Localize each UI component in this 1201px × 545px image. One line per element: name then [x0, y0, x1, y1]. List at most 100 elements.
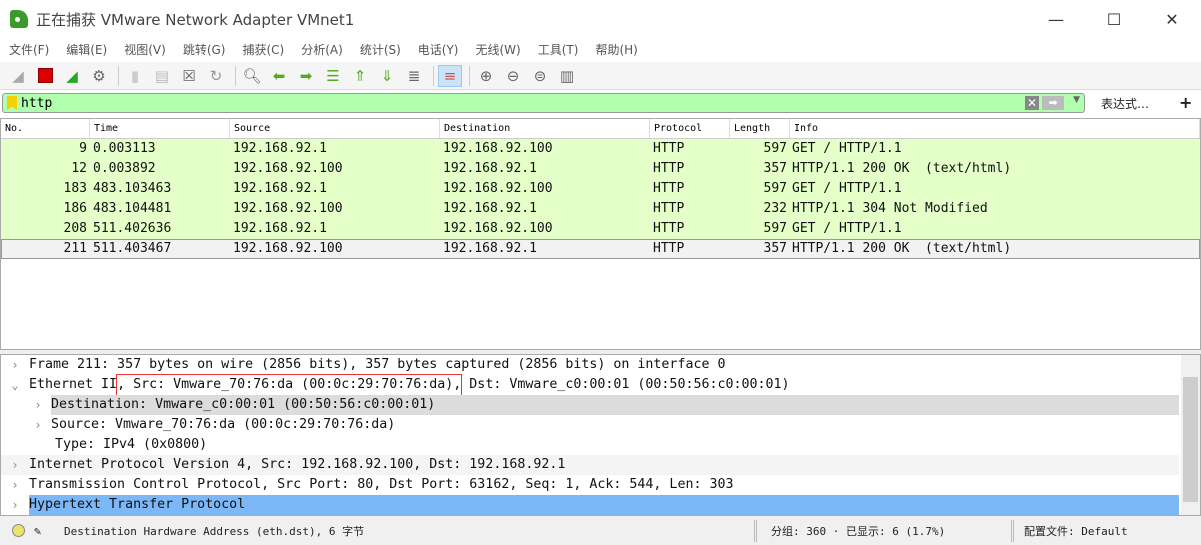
expert-info-icon[interactable] — [12, 524, 25, 537]
menu-item[interactable]: 编辑(E) — [57, 40, 115, 60]
menu-item[interactable]: 视图(V) — [115, 40, 174, 60]
table-cell: HTTP — [653, 241, 685, 256]
chevron-right-icon[interactable]: › — [25, 415, 51, 435]
chevron-right-icon[interactable]: › — [1, 455, 29, 475]
table-cell: 597 — [763, 181, 787, 196]
table-cell: 192.168.92.1 — [443, 161, 537, 176]
status-packet-count: 分组: 360 · 已显示: 6 (1.7%) — [771, 524, 946, 538]
menu-bar: 文件(F) 编辑(E) 视图(V) 跳转(G) 捕获(C) 分析(A) 统计(S) 电话(Y)… — [0, 40, 646, 60]
table-cell: 511.403467 — [93, 241, 172, 256]
table-cell: 192.168.92.100 — [233, 241, 343, 256]
table-cell: 192.168.92.100 — [443, 181, 553, 196]
maximize-button[interactable]: ☐ — [1085, 0, 1143, 38]
chevron-right-icon[interactable]: › — [1, 495, 29, 515]
column-header[interactable]: Source — [230, 119, 440, 138]
menu-item[interactable]: 统计(S) — [351, 40, 409, 60]
open-icon[interactable]: ▮ — [123, 65, 147, 87]
tree-item-label: Source: Vmware_70:76:da (00:0c:29:70:76:… — [51, 417, 396, 432]
minimize-button[interactable]: — — [1027, 0, 1085, 38]
tree-item-tcp[interactable]: › Transmission Control Protocol, Src Port… — [1, 475, 1179, 495]
zoom-reset-icon[interactable]: ⊜ — [528, 65, 552, 87]
chevron-down-icon[interactable]: ▼ — [1073, 95, 1080, 105]
packet-list: No. Time Source Destination Protocol Length In… — [0, 118, 1201, 350]
table-cell: GET / HTTP/1.1 — [792, 141, 902, 156]
clear-filter-icon[interactable]: ✕ — [1025, 96, 1039, 110]
tree-item-label: Transmission Control Protocol, Src Port:… — [29, 477, 734, 492]
column-header[interactable]: Protocol — [650, 119, 730, 138]
table-cell: 192.168.92.1 — [443, 241, 537, 256]
chevron-right-icon[interactable]: › — [25, 395, 51, 415]
restart-icon[interactable]: ◢ — [60, 65, 84, 87]
comment-icon[interactable]: ✎ — [34, 524, 48, 538]
last-icon[interactable]: ⇓ — [375, 65, 399, 87]
apply-filter-icon[interactable]: ➡ — [1042, 96, 1064, 110]
table-row[interactable]: 208 511.402636 192.168.92.1 192.168.92.100 H… — [1, 219, 1200, 239]
table-cell: 186 — [63, 201, 87, 216]
forward-icon[interactable]: ➡ — [294, 65, 318, 87]
save-icon[interactable]: ▤ — [150, 65, 174, 87]
bookmark-icon[interactable] — [7, 96, 17, 110]
tree-item-eth-source[interactable]: › Source: Vmware_70:76:da (00:0c:29:70:76… — [1, 415, 1179, 435]
back-icon[interactable]: ⬅ — [267, 65, 291, 87]
tree-item-label: Type: IPv4 (0x0800) — [55, 437, 208, 452]
table-row[interactable]: 12 0.003892 192.168.92.100 192.168.92.1 HTTP… — [1, 159, 1200, 179]
tree-item-ethernet[interactable]: ⌄ Ethernet II, Src: Vmware_70:76:da (00:0… — [1, 374, 1179, 396]
menu-item[interactable]: 文件(F) — [0, 40, 57, 60]
column-header[interactable]: Length — [730, 119, 790, 138]
options-icon[interactable]: ⚙ — [87, 65, 111, 87]
autoscroll-icon[interactable]: ≣ — [402, 65, 426, 87]
wireshark-logo-icon — [10, 10, 28, 28]
tree-item-frame[interactable]: › Frame 211: 357 bytes on wire (2856 bits… — [1, 355, 1179, 375]
zoom-in-icon[interactable]: ⊕ — [474, 65, 498, 87]
expression-button[interactable]: 表达式… — [1101, 95, 1149, 112]
tree-item-eth-type[interactable]: Type: IPv4 (0x0800) — [1, 435, 1179, 455]
find-icon[interactable]: 🔍︎ — [240, 65, 264, 87]
table-cell: 192.168.92.1 — [233, 141, 327, 156]
table-row[interactable]: 211 511.403467 192.168.92.100 192.168.92.1 H… — [1, 239, 1200, 259]
menu-item[interactable]: 工具(T) — [529, 40, 587, 60]
status-profile[interactable]: 配置文件: Default — [1024, 523, 1128, 539]
column-header[interactable]: Time — [90, 119, 230, 138]
column-header[interactable]: No. — [1, 119, 90, 138]
tree-item-ip[interactable]: › Internet Protocol Version 4, Src: 192.1… — [1, 455, 1179, 475]
goto-icon[interactable]: ☰ — [321, 65, 345, 87]
display-filter-input[interactable] — [21, 95, 1021, 111]
chevron-right-icon[interactable]: › — [1, 355, 29, 375]
add-filter-button[interactable]: + — [1179, 93, 1192, 112]
stop-icon[interactable] — [33, 65, 57, 87]
column-header[interactable]: Destination — [440, 119, 650, 138]
close-button[interactable]: ✕ — [1143, 0, 1201, 38]
table-cell: HTTP/1.1 200 OK (text/html) — [792, 161, 1012, 176]
chevron-down-icon[interactable]: ⌄ — [1, 375, 29, 395]
close-file-icon[interactable]: ☒ — [177, 65, 201, 87]
menu-item[interactable]: 无线(W) — [467, 40, 529, 60]
menu-item[interactable]: 捕获(C) — [233, 40, 292, 60]
tree-item-label: Internet Protocol Version 4, Src: 192.16… — [29, 457, 566, 472]
column-header[interactable]: Info — [790, 119, 1200, 138]
tree-item-eth-destination[interactable]: › Destination: Vmware_c0:00:01 (00:50:56:… — [1, 395, 1179, 415]
menu-item[interactable]: 跳转(G) — [174, 40, 234, 60]
chevron-right-icon[interactable]: › — [1, 475, 29, 495]
menu-item[interactable]: 帮助(H) — [586, 40, 645, 60]
reload-icon[interactable]: ↻ — [204, 65, 228, 87]
table-cell: 192.168.92.1 — [233, 221, 327, 236]
zoom-out-icon[interactable]: ⊖ — [501, 65, 525, 87]
first-icon[interactable]: ⇑ — [348, 65, 372, 87]
table-row[interactable]: 9 0.003113 192.168.92.1 192.168.92.100 HTTP 5… — [1, 139, 1200, 159]
table-row[interactable]: 183 483.103463 192.168.92.1 192.168.92.100 H… — [1, 179, 1200, 199]
details-scrollbar[interactable] — [1181, 355, 1200, 515]
table-cell: 9 — [79, 141, 87, 156]
shark-fin-icon[interactable]: ◢ — [6, 65, 30, 87]
menu-item[interactable]: 分析(A) — [292, 40, 351, 60]
scrollbar-thumb[interactable] — [1183, 377, 1198, 502]
tree-item-http[interactable]: › Hypertext Transfer Protocol — [1, 495, 1179, 515]
table-row[interactable]: 186 483.104481 192.168.92.100 192.168.92.1 H… — [1, 199, 1200, 219]
tree-item-label: Ethernet II — [29, 377, 118, 392]
tree-item-label: Frame 211: 357 bytes on wire (2856 bits)… — [29, 357, 726, 372]
main-toolbar: ◢ ◢ ⚙ ▮ ▤ ☒ ↻ 🔍︎ ⬅ ➡ ☰ ⇑ ⇓ ≣ ≡ ⊕ ⊖ ⊜ ▥ — [0, 62, 1201, 90]
table-cell: HTTP — [653, 221, 685, 236]
menu-item[interactable]: 电话(Y) — [409, 40, 467, 60]
resize-columns-icon[interactable]: ▥ — [555, 65, 579, 87]
colorize-icon[interactable]: ≡ — [438, 64, 462, 87]
display-filter-bar: ✕ ➡ ▼ — [2, 93, 1085, 113]
